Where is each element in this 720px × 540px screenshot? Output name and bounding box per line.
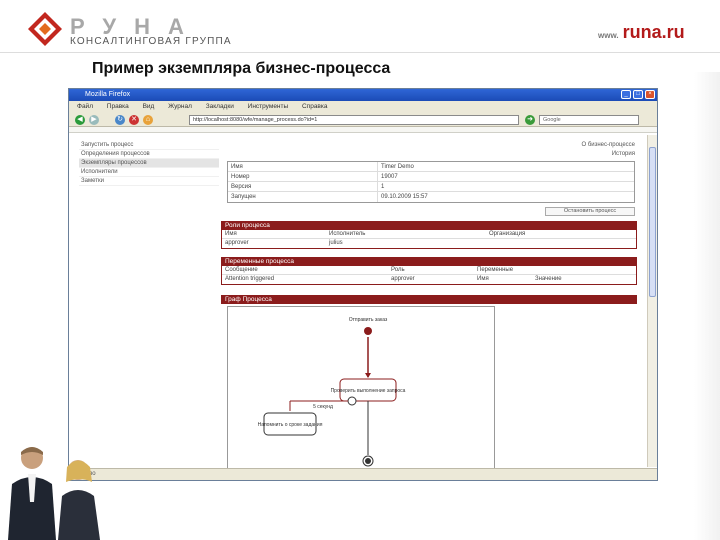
process-graph-diagram: Отправить заказ Проверить выполнение зап… bbox=[258, 317, 406, 467]
nav-toolbar: ◀ ▶ ↻ ✕ ⌂ http://localhost:8080/wfe/mana… bbox=[69, 113, 657, 127]
link-history[interactable]: История bbox=[549, 150, 635, 159]
address-bar[interactable]: http://localhost:8080/wfe/manage_process… bbox=[189, 115, 519, 125]
maximize-icon[interactable]: □ bbox=[633, 90, 643, 99]
browser-window: Mozilla Firefox _ □ × Файл Правка Вид Жу… bbox=[68, 88, 658, 481]
info-key: Запущен bbox=[228, 192, 378, 202]
status-bar: Готово bbox=[69, 468, 657, 480]
info-key: Версия bbox=[228, 182, 378, 191]
menu-item[interactable]: Журнал bbox=[168, 103, 192, 110]
menu-bar: Файл Правка Вид Журнал Закладки Инструме… bbox=[69, 101, 657, 113]
arrow-head bbox=[365, 373, 371, 378]
stop-icon[interactable]: ✕ bbox=[129, 115, 139, 125]
start-label: Отправить заказ bbox=[349, 317, 388, 323]
go-icon[interactable]: ➜ bbox=[525, 115, 535, 125]
column-header: Организация bbox=[489, 231, 526, 237]
graph-header: Граф Процесса bbox=[221, 295, 637, 304]
sidebar-item-notes[interactable]: Заметки bbox=[79, 177, 219, 186]
scroll-thumb[interactable] bbox=[649, 147, 656, 297]
column-header: Роль bbox=[391, 267, 405, 273]
scrollbar[interactable] bbox=[647, 135, 657, 467]
column-subheader: Значение bbox=[535, 276, 562, 282]
task-label: Проверить выполнение запроса bbox=[331, 388, 406, 394]
roles-header: Роли процесса bbox=[221, 221, 637, 230]
process-info-table: Имя Timer Demo Номер 19007 Версия 1 Запущен… bbox=[227, 161, 635, 203]
tab-strip bbox=[69, 127, 657, 133]
menu-item[interactable]: Закладки bbox=[206, 103, 234, 110]
sidebar-item-start-process[interactable]: Запустить процесс bbox=[79, 141, 219, 150]
home-icon[interactable]: ⌂ bbox=[143, 115, 153, 125]
forward-icon[interactable]: ▶ bbox=[89, 115, 99, 125]
back-icon[interactable]: ◀ bbox=[75, 115, 85, 125]
column-header: Переменные bbox=[477, 267, 514, 273]
end-node-core bbox=[365, 458, 371, 464]
menu-item[interactable]: Правка bbox=[107, 103, 129, 110]
column-subheader: Имя bbox=[477, 276, 489, 282]
table-cell: Attention triggered bbox=[225, 276, 275, 282]
table-cell: julius bbox=[329, 240, 343, 246]
decorative-strip bbox=[694, 72, 720, 540]
table-cell bbox=[486, 239, 489, 248]
menu-item[interactable]: Справка bbox=[302, 103, 328, 110]
start-node bbox=[364, 327, 372, 335]
column-header: Имя bbox=[225, 231, 237, 237]
table-cell: approver bbox=[391, 276, 415, 282]
site-domain: runa.ru bbox=[622, 22, 685, 42]
runa-logo-icon bbox=[28, 12, 62, 46]
timer-icon bbox=[347, 396, 357, 406]
sidebar: Запустить процесс Определения процессов … bbox=[79, 141, 219, 186]
roles-table: Имя Исполнитель Организация approver jul… bbox=[221, 230, 637, 249]
window-title: Mozilla Firefox bbox=[85, 91, 131, 98]
slide-title: Пример экземпляра бизнес-процесса bbox=[92, 60, 391, 77]
search-input[interactable]: Google bbox=[539, 115, 639, 125]
info-value: 1 bbox=[381, 184, 385, 190]
table-header-row: Сообщение Роль Переменные bbox=[222, 266, 636, 275]
menu-item[interactable]: Вид bbox=[143, 103, 155, 110]
window-titlebar: Mozilla Firefox bbox=[69, 89, 657, 101]
variables-header: Переменные процесса bbox=[221, 257, 637, 266]
info-key: Номер bbox=[228, 172, 378, 181]
reload-icon[interactable]: ↻ bbox=[115, 115, 125, 125]
timer-label: 5 секунд bbox=[313, 404, 333, 410]
link-about-process[interactable]: О бизнес-процессе bbox=[549, 141, 636, 150]
table-row: Номер 19007 bbox=[228, 172, 634, 182]
table-row: approver julius bbox=[222, 239, 636, 248]
minimize-icon[interactable]: _ bbox=[621, 90, 631, 99]
stop-process-button[interactable]: Остановить процесс bbox=[545, 207, 635, 216]
logo-subtitle: КОНСАЛТИНГОВАЯ ГРУППА bbox=[70, 36, 232, 47]
info-value: 09.10.2009 15:57 bbox=[381, 194, 428, 200]
sidebar-item-instances[interactable]: Экземпляры процессов bbox=[79, 159, 219, 168]
sidebar-item-definitions[interactable]: Определения процессов bbox=[79, 150, 219, 159]
table-row: Attention triggered approver Имя Значени… bbox=[222, 275, 636, 284]
table-row: Имя Timer Demo bbox=[228, 162, 634, 172]
info-key: Имя bbox=[228, 162, 378, 171]
business-people-image bbox=[8, 447, 100, 540]
side-task-label: Напомнить о сроке задания bbox=[258, 422, 323, 428]
table-header-row: Имя Исполнитель Организация bbox=[222, 230, 636, 239]
variables-table: Сообщение Роль Переменные Attention trig… bbox=[221, 266, 637, 285]
table-row: Запущен 09.10.2009 15:57 bbox=[228, 192, 634, 202]
menu-item[interactable]: Файл bbox=[77, 103, 93, 110]
header-divider bbox=[0, 52, 720, 53]
top-links: О бизнес-процессе История bbox=[549, 141, 636, 159]
table-cell: approver bbox=[225, 240, 249, 246]
info-value: Timer Demo bbox=[381, 164, 414, 170]
info-value: 19007 bbox=[381, 174, 398, 180]
site-url[interactable]: www. runa.ru bbox=[598, 22, 685, 43]
table-row: Версия 1 bbox=[228, 182, 634, 192]
site-prefix: www. bbox=[598, 31, 619, 40]
column-header: Сообщение bbox=[225, 267, 258, 273]
menu-item[interactable]: Инструменты bbox=[248, 103, 289, 110]
close-icon[interactable]: × bbox=[645, 90, 655, 99]
column-header: Исполнитель bbox=[329, 231, 366, 237]
process-graph: Отправить заказ Проверить выполнение зап… bbox=[227, 306, 495, 476]
sidebar-item-executors[interactable]: Исполнители bbox=[79, 168, 219, 177]
